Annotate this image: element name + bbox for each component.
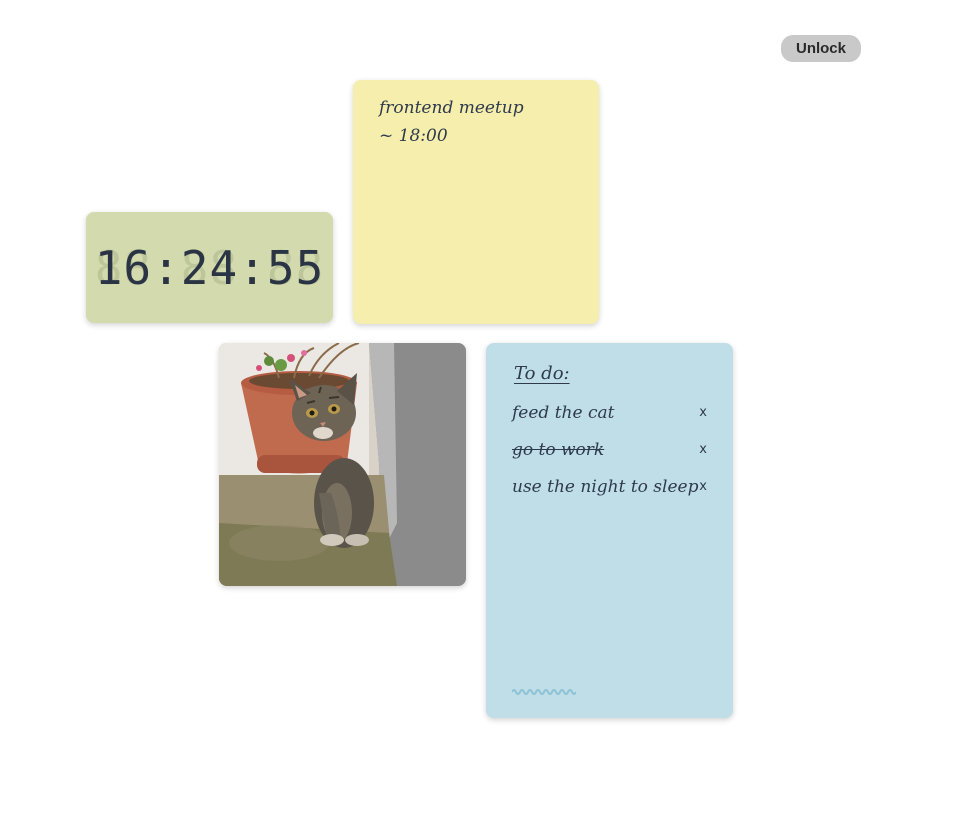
todo-item[interactable]: use the night to sleep x (512, 468, 709, 505)
remove-item-button[interactable]: x (699, 479, 709, 494)
todo-item-text-done[interactable]: go to work (512, 440, 604, 460)
remove-item-button[interactable]: x (699, 442, 709, 457)
new-item-input-squiggle[interactable] (512, 688, 576, 696)
todo-item-text[interactable]: use the night to sleep (512, 477, 698, 497)
dashboard-board: Unlock 88:88:88 16:24:55 frontend meetup… (0, 0, 970, 814)
todo-widget[interactable]: To do: feed the cat x go to work x use t… (486, 343, 733, 718)
todo-item[interactable]: go to work x (512, 431, 709, 468)
unlock-button[interactable]: Unlock (781, 35, 861, 62)
kitten-photo (219, 343, 466, 586)
clock-time: 16:24:55 (94, 240, 325, 295)
todo-title: To do: (514, 363, 570, 384)
todo-item-text[interactable]: feed the cat (512, 403, 614, 423)
sticky-note[interactable]: frontend meetup ~ 18:00 (353, 80, 599, 324)
todo-item[interactable]: feed the cat x (512, 394, 709, 431)
note-line: ~ 18:00 (379, 126, 448, 146)
photo-widget[interactable] (219, 343, 466, 586)
clock-widget[interactable]: 88:88:88 16:24:55 (86, 212, 333, 323)
clock-display: 88:88:88 16:24:55 (95, 245, 325, 291)
remove-item-button[interactable]: x (699, 405, 709, 420)
note-line: frontend meetup (379, 98, 524, 118)
